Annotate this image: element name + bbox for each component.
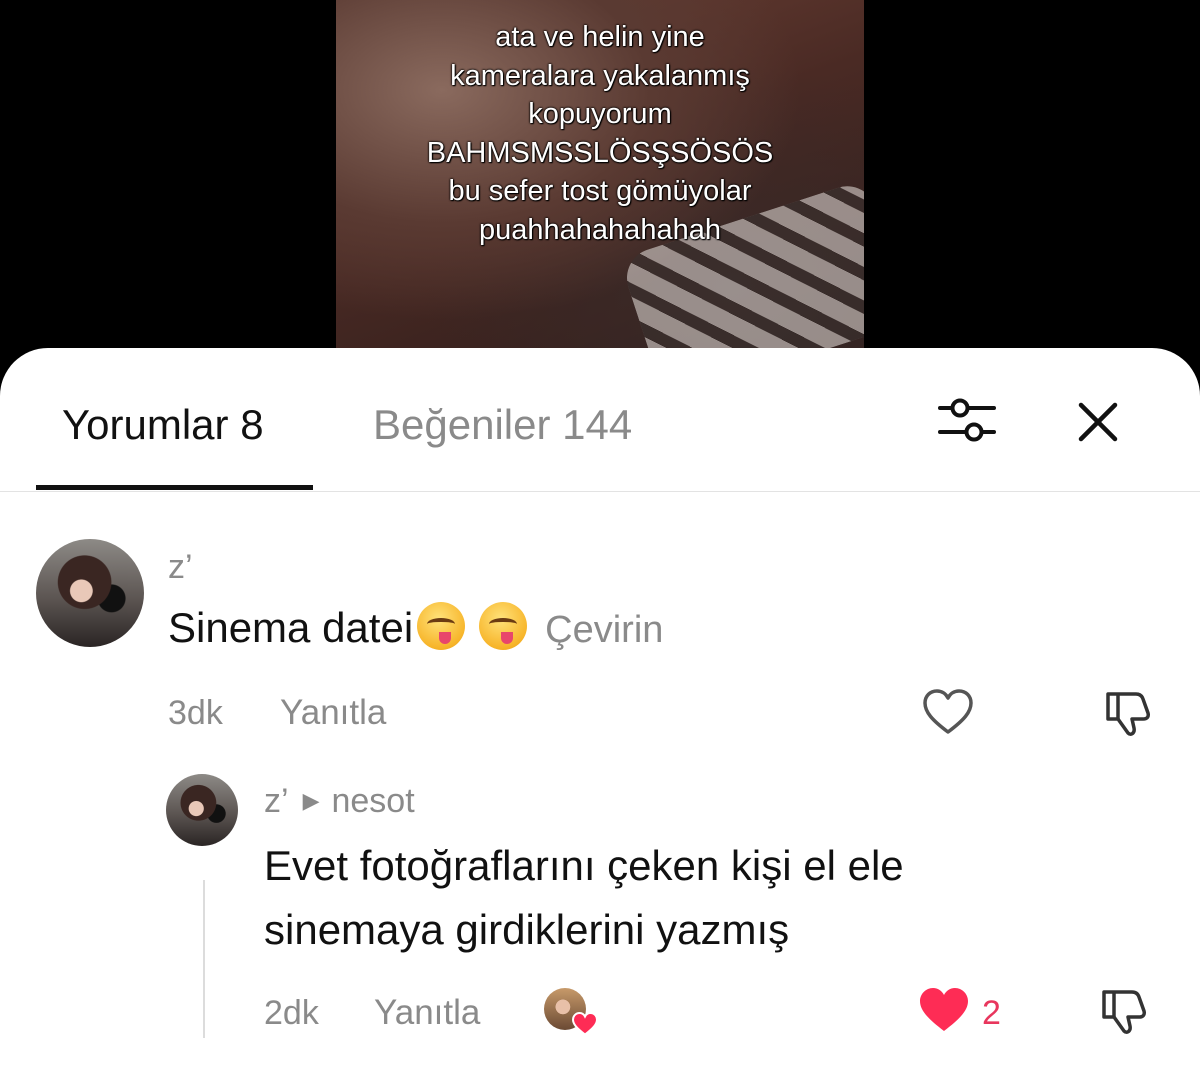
close-icon[interactable] [1076,400,1120,444]
tab-comments[interactable]: Yorumlar 8 [62,400,264,450]
active-tab-indicator [36,485,313,490]
video-caption-overlay: ata ve helin yine kameralara yakalanmış … [336,18,864,249]
reply-username[interactable]: z’ [264,782,289,820]
avatar[interactable] [166,774,238,846]
sliders-icon[interactable] [938,396,996,444]
video-frame[interactable]: ata ve helin yine kameralara yakalanmış … [336,0,864,360]
comments-sheet: Yorumlar 8 Beğeniler 144 z’ Sinema datei… [0,348,1200,1067]
reply-timestamp: 2dk [264,994,319,1032]
comment-text: Sinema datei Çevirin [168,596,663,662]
reply-text: Evet fotoğraflarını çeken kişi el ele si… [264,834,904,962]
tab-bar: Yorumlar 8 Beğeniler 144 [0,348,1200,492]
reply-button[interactable]: Yanıtla [280,693,386,733]
caption-line: BAHMSMSSLÖSŞSÖSÖS [426,136,774,169]
creator-heart-icon [571,1011,599,1036]
thumbs-down-icon[interactable] [1096,986,1152,1038]
caption-line: bu sefer tost gömüyolar [448,175,752,207]
reply-to-username[interactable]: nesot [331,782,414,820]
avatar[interactable] [36,539,144,647]
heart-icon[interactable] [918,986,970,1034]
savoring-food-emoji-icon [417,602,466,650]
reply-header: z’ ▶ nesot [264,782,415,821]
caption-line: ata ve helin yine [495,21,705,53]
comment-timestamp: 3dk [168,694,223,732]
caption-line: kopuyorum [528,98,672,130]
caption-line: puahhahahahahah [479,213,721,246]
translate-link[interactable]: Çevirin [545,609,663,651]
thread-line [203,880,205,1038]
comment-username[interactable]: z’ [168,548,193,587]
reply-arrow-icon: ▶ [302,788,320,813]
savoring-food-emoji-icon [479,602,528,650]
reply-button[interactable]: Yanıtla [374,993,480,1033]
caption-line: kameralara yakalanmış [450,59,750,92]
video-background: ata ve helin yine kameralara yakalanmış … [0,0,1200,360]
thumbs-down-icon[interactable] [1100,688,1156,740]
comment-body: Sinema datei [168,604,414,651]
reply-text-line: Evet fotoğraflarını çeken kişi el ele [264,842,904,889]
heart-icon[interactable] [922,688,974,736]
reply-text-line: sinemaya girdiklerini yazmış [264,906,790,953]
tab-likes[interactable]: Beğeniler 144 [373,400,632,450]
like-count: 2 [982,994,1001,1032]
